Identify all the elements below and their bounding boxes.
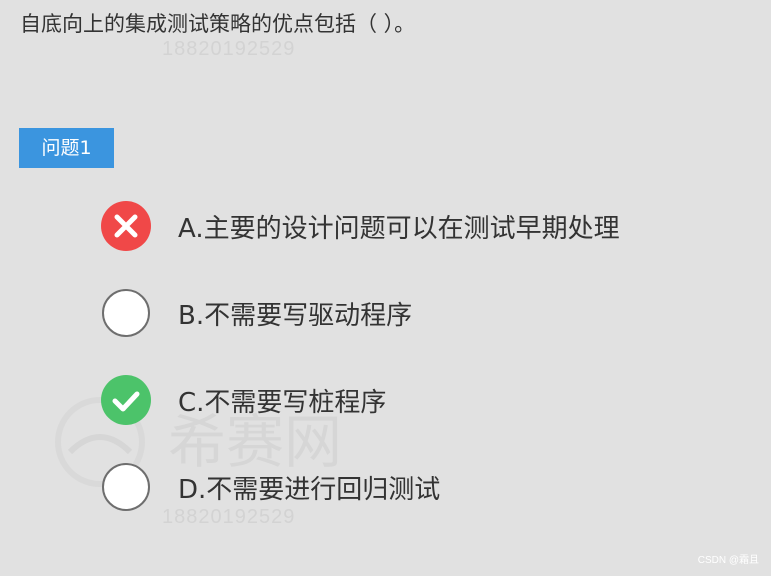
option-b[interactable]: B.不需要写驱动程序	[100, 287, 412, 339]
wrong-answer-icon[interactable]	[100, 200, 152, 252]
option-d-label: D.不需要进行回归测试	[178, 474, 441, 505]
option-c[interactable]: C.不需要写桩程序	[100, 374, 386, 426]
footer-credit: CSDN @霜且	[697, 555, 759, 566]
option-a-label: A.主要的设计问题可以在测试早期处理	[178, 213, 620, 244]
correct-answer-icon[interactable]	[100, 374, 152, 426]
option-b-label: B.不需要写驱动程序	[178, 300, 413, 331]
radio-unselected-icon[interactable]	[100, 287, 152, 339]
option-a[interactable]: A.主要的设计问题可以在测试早期处理	[100, 200, 620, 252]
option-c-label: C.不需要写桩程序	[178, 387, 387, 418]
watermark-number-bottom: 18820192529	[162, 506, 296, 528]
radio-unselected-icon[interactable]	[100, 461, 152, 513]
question-number-tag[interactable]: 问题1	[19, 128, 114, 168]
watermark-number-top: 18820192529	[162, 38, 296, 60]
question-text: 自底向上的集成测试策略的优点包括（ ）。	[20, 12, 416, 36]
